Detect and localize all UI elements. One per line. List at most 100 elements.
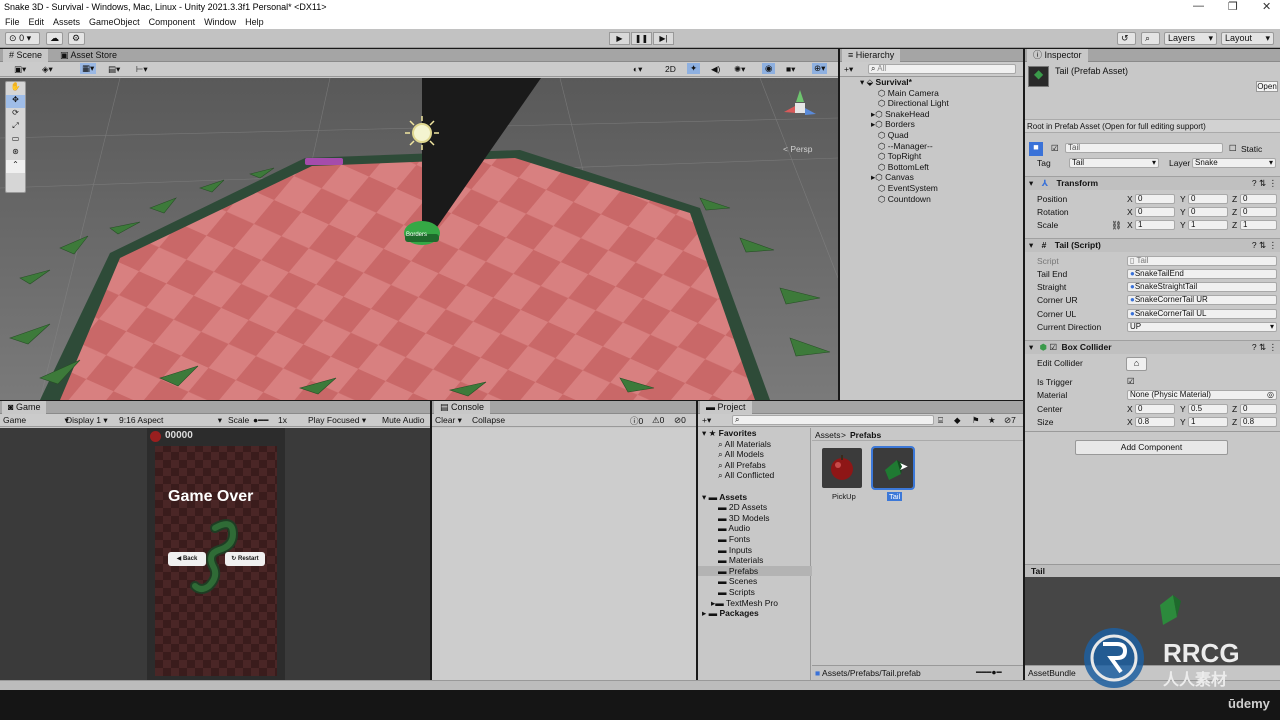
size-x-field[interactable]: 0.8 [1135, 417, 1175, 427]
scale-y-field[interactable]: 1 [1188, 220, 1228, 230]
info-count[interactable]: ⓘ0 [630, 415, 643, 427]
scene-root-item[interactable]: ▾ ⬙ Survival* [860, 77, 1040, 88]
warning-count[interactable]: ⚠0 [652, 415, 664, 426]
asset-name-selected[interactable]: Tail [887, 492, 903, 501]
position-x-field[interactable]: 0 [1135, 194, 1175, 204]
add-component-button[interactable]: Add Component [1075, 440, 1228, 455]
scale-x-field[interactable]: 1 [1135, 220, 1175, 230]
folder-item[interactable]: ▸▬ TextMesh Pro [711, 598, 825, 609]
effects-icon[interactable]: ✺▾ [734, 64, 745, 75]
mute-audio-toggle[interactable]: Mute Audio [382, 415, 425, 425]
is-trigger-checkbox[interactable]: ☑ [1127, 376, 1135, 387]
packages-section[interactable]: ▸ ▬ Packages [702, 608, 816, 619]
close-icon[interactable]: ✕ [1262, 0, 1271, 13]
menu-file[interactable]: File [5, 17, 20, 27]
rotation-z-field[interactable]: 0 [1240, 207, 1277, 217]
display-dropdown[interactable]: Display 1 ▾ [66, 415, 108, 426]
camera-settings-icon[interactable]: ■▾ [786, 64, 795, 75]
rotate-tool-icon[interactable]: ⟳ [6, 108, 25, 121]
collapse-toggle[interactable]: Collapse [472, 415, 505, 425]
material-field[interactable]: None (Physic Material) ◎ [1127, 390, 1277, 400]
game-viewport[interactable]: 00000 Game Over ◀ Back ↻ Restart [0, 428, 430, 680]
enabled-checkbox[interactable]: ☑ [1049, 342, 1057, 352]
back-button[interactable]: ◀ Back [168, 552, 206, 566]
minimize-icon[interactable]: — [1193, 0, 1204, 12]
audio-toggle-icon[interactable]: ◀) [711, 64, 720, 75]
render-mode-icon[interactable]: ◈▾ [42, 64, 53, 75]
constrain-proportions-icon[interactable]: ⛓ [1111, 220, 1122, 231]
lighting-toggle-icon[interactable]: ✦ [687, 63, 701, 74]
tab-scene[interactable]: # Scene [3, 49, 49, 62]
corner-ul-field[interactable]: ●SnakeCornerTail UL [1127, 309, 1277, 319]
tail-end-field[interactable]: ●SnakeTailEnd [1127, 269, 1277, 279]
current-direction-dropdown[interactable]: UP ▾ [1127, 322, 1277, 332]
rect-tool-icon[interactable]: ▭ [6, 134, 25, 147]
center-z-field[interactable]: 0 [1240, 404, 1277, 414]
menu-gameobject[interactable]: GameObject [89, 17, 140, 27]
tab-asset-store[interactable]: ▣ Asset Store [54, 49, 123, 62]
folder-item-selected[interactable]: ▬ Prefabs [698, 565, 812, 577]
hand-tool-icon[interactable]: ✋ [6, 82, 25, 95]
search-button[interactable]: ⌕ [1141, 32, 1160, 45]
transform-tool-icon[interactable]: ⊛ [6, 147, 25, 160]
straight-field[interactable]: ●SnakeStraightTail [1127, 282, 1277, 292]
asset-thumbnail-selected[interactable]: ➤ [871, 446, 915, 490]
game-mode-dropdown[interactable]: Game ▾ [3, 415, 69, 426]
filter-icon[interactable]: ⚑ [972, 415, 980, 426]
component-menu-icons[interactable]: ? ⇅ ⋮ [1252, 239, 1277, 252]
toggle-2d-button[interactable]: 2D [665, 64, 676, 74]
tab-project[interactable]: ▬ Project [700, 401, 752, 414]
size-y-field[interactable]: 1 [1188, 417, 1228, 427]
active-checkbox[interactable]: ☑ [1051, 143, 1059, 154]
rotation-x-field[interactable]: 0 [1135, 207, 1175, 217]
hidden-packages-count[interactable]: ⊘7 [1004, 415, 1016, 426]
persp-label[interactable]: < Persp [783, 144, 813, 154]
static-checkbox[interactable]: ☐ [1229, 143, 1237, 154]
draw-mode-icon[interactable]: ◐▾ [633, 64, 642, 75]
cloud-button[interactable]: ☁ [46, 32, 63, 45]
play-focused-dropdown[interactable]: Play Focused ▾ [308, 415, 366, 426]
center-y-field[interactable]: 0.5 [1188, 404, 1228, 414]
corner-ur-field[interactable]: ●SnakeCornerTail UR [1127, 295, 1277, 305]
hierarchy-item[interactable]: ▸⬡ SnakeHead [871, 109, 1051, 120]
step-button[interactable]: ▶| [653, 32, 674, 45]
hierarchy-search-input[interactable]: ⌕ All [868, 64, 1016, 74]
increment-snap-icon[interactable]: ⊢▾ [136, 64, 148, 75]
layers-dropdown[interactable]: Layers ▾ [1164, 32, 1217, 45]
menu-edit[interactable]: Edit [29, 17, 45, 27]
clear-button[interactable]: Clear ▾ [435, 415, 462, 426]
snap-icon[interactable]: ▤▾ [108, 64, 120, 75]
pause-button[interactable]: ❚❚ [631, 32, 652, 45]
scale-tool-icon[interactable]: ⤢ [6, 121, 25, 134]
thumbnail-size-slider[interactable]: ━━━●━ [976, 667, 1002, 678]
menu-assets[interactable]: Assets [53, 17, 80, 27]
move-tool-icon[interactable]: ✥ [6, 95, 25, 108]
menu-help[interactable]: Help [245, 17, 264, 27]
menu-window[interactable]: Window [204, 17, 236, 27]
search-by-type-icon[interactable]: ⌸ [938, 415, 943, 426]
box-collider-header[interactable]: ▾ ⬢ ☑ Box Collider ? ⇅ ⋮ [1025, 340, 1280, 354]
play-button[interactable]: ▶ [609, 32, 630, 45]
aspect-dropdown[interactable]: 9:16 Aspect ▾ [119, 415, 222, 426]
console-log-area[interactable] [432, 428, 696, 680]
component-menu-icons[interactable]: ? ⇅ ⋮ [1252, 177, 1277, 190]
scale-z-field[interactable]: 1 [1240, 220, 1277, 230]
create-asset-dropdown[interactable]: +▾ [702, 415, 711, 426]
assets-section[interactable]: ▾ ▬ Assets [702, 492, 816, 503]
transform-header[interactable]: ▾ ⅄ Transform ? ⇅ ⋮ [1025, 176, 1280, 190]
shading-mode-icon[interactable]: ▣▾ [14, 64, 26, 75]
breadcrumb-current[interactable]: Prefabs [850, 430, 881, 440]
tag-dropdown[interactable]: Tail ▾ [1069, 158, 1159, 168]
error-count[interactable]: ⊘0 [674, 415, 686, 426]
maximize-icon[interactable]: ❐ [1228, 0, 1238, 13]
custom-tool-icon[interactable]: ⌃ [6, 160, 25, 173]
breadcrumb-root[interactable]: Assets [815, 430, 841, 440]
edit-collider-button[interactable]: ⌂ [1126, 357, 1147, 371]
hierarchy-item[interactable]: ▸⬡ Borders [871, 119, 1051, 130]
collab-button[interactable]: ⚙ [68, 32, 85, 45]
tab-inspector[interactable]: ⓘ Inspector [1027, 49, 1088, 62]
component-menu-icons[interactable]: ? ⇅ ⋮ [1252, 341, 1277, 354]
rotation-y-field[interactable]: 0 [1188, 207, 1228, 217]
position-z-field[interactable]: 0 [1240, 194, 1277, 204]
asset-name[interactable]: PickUp [832, 492, 856, 501]
